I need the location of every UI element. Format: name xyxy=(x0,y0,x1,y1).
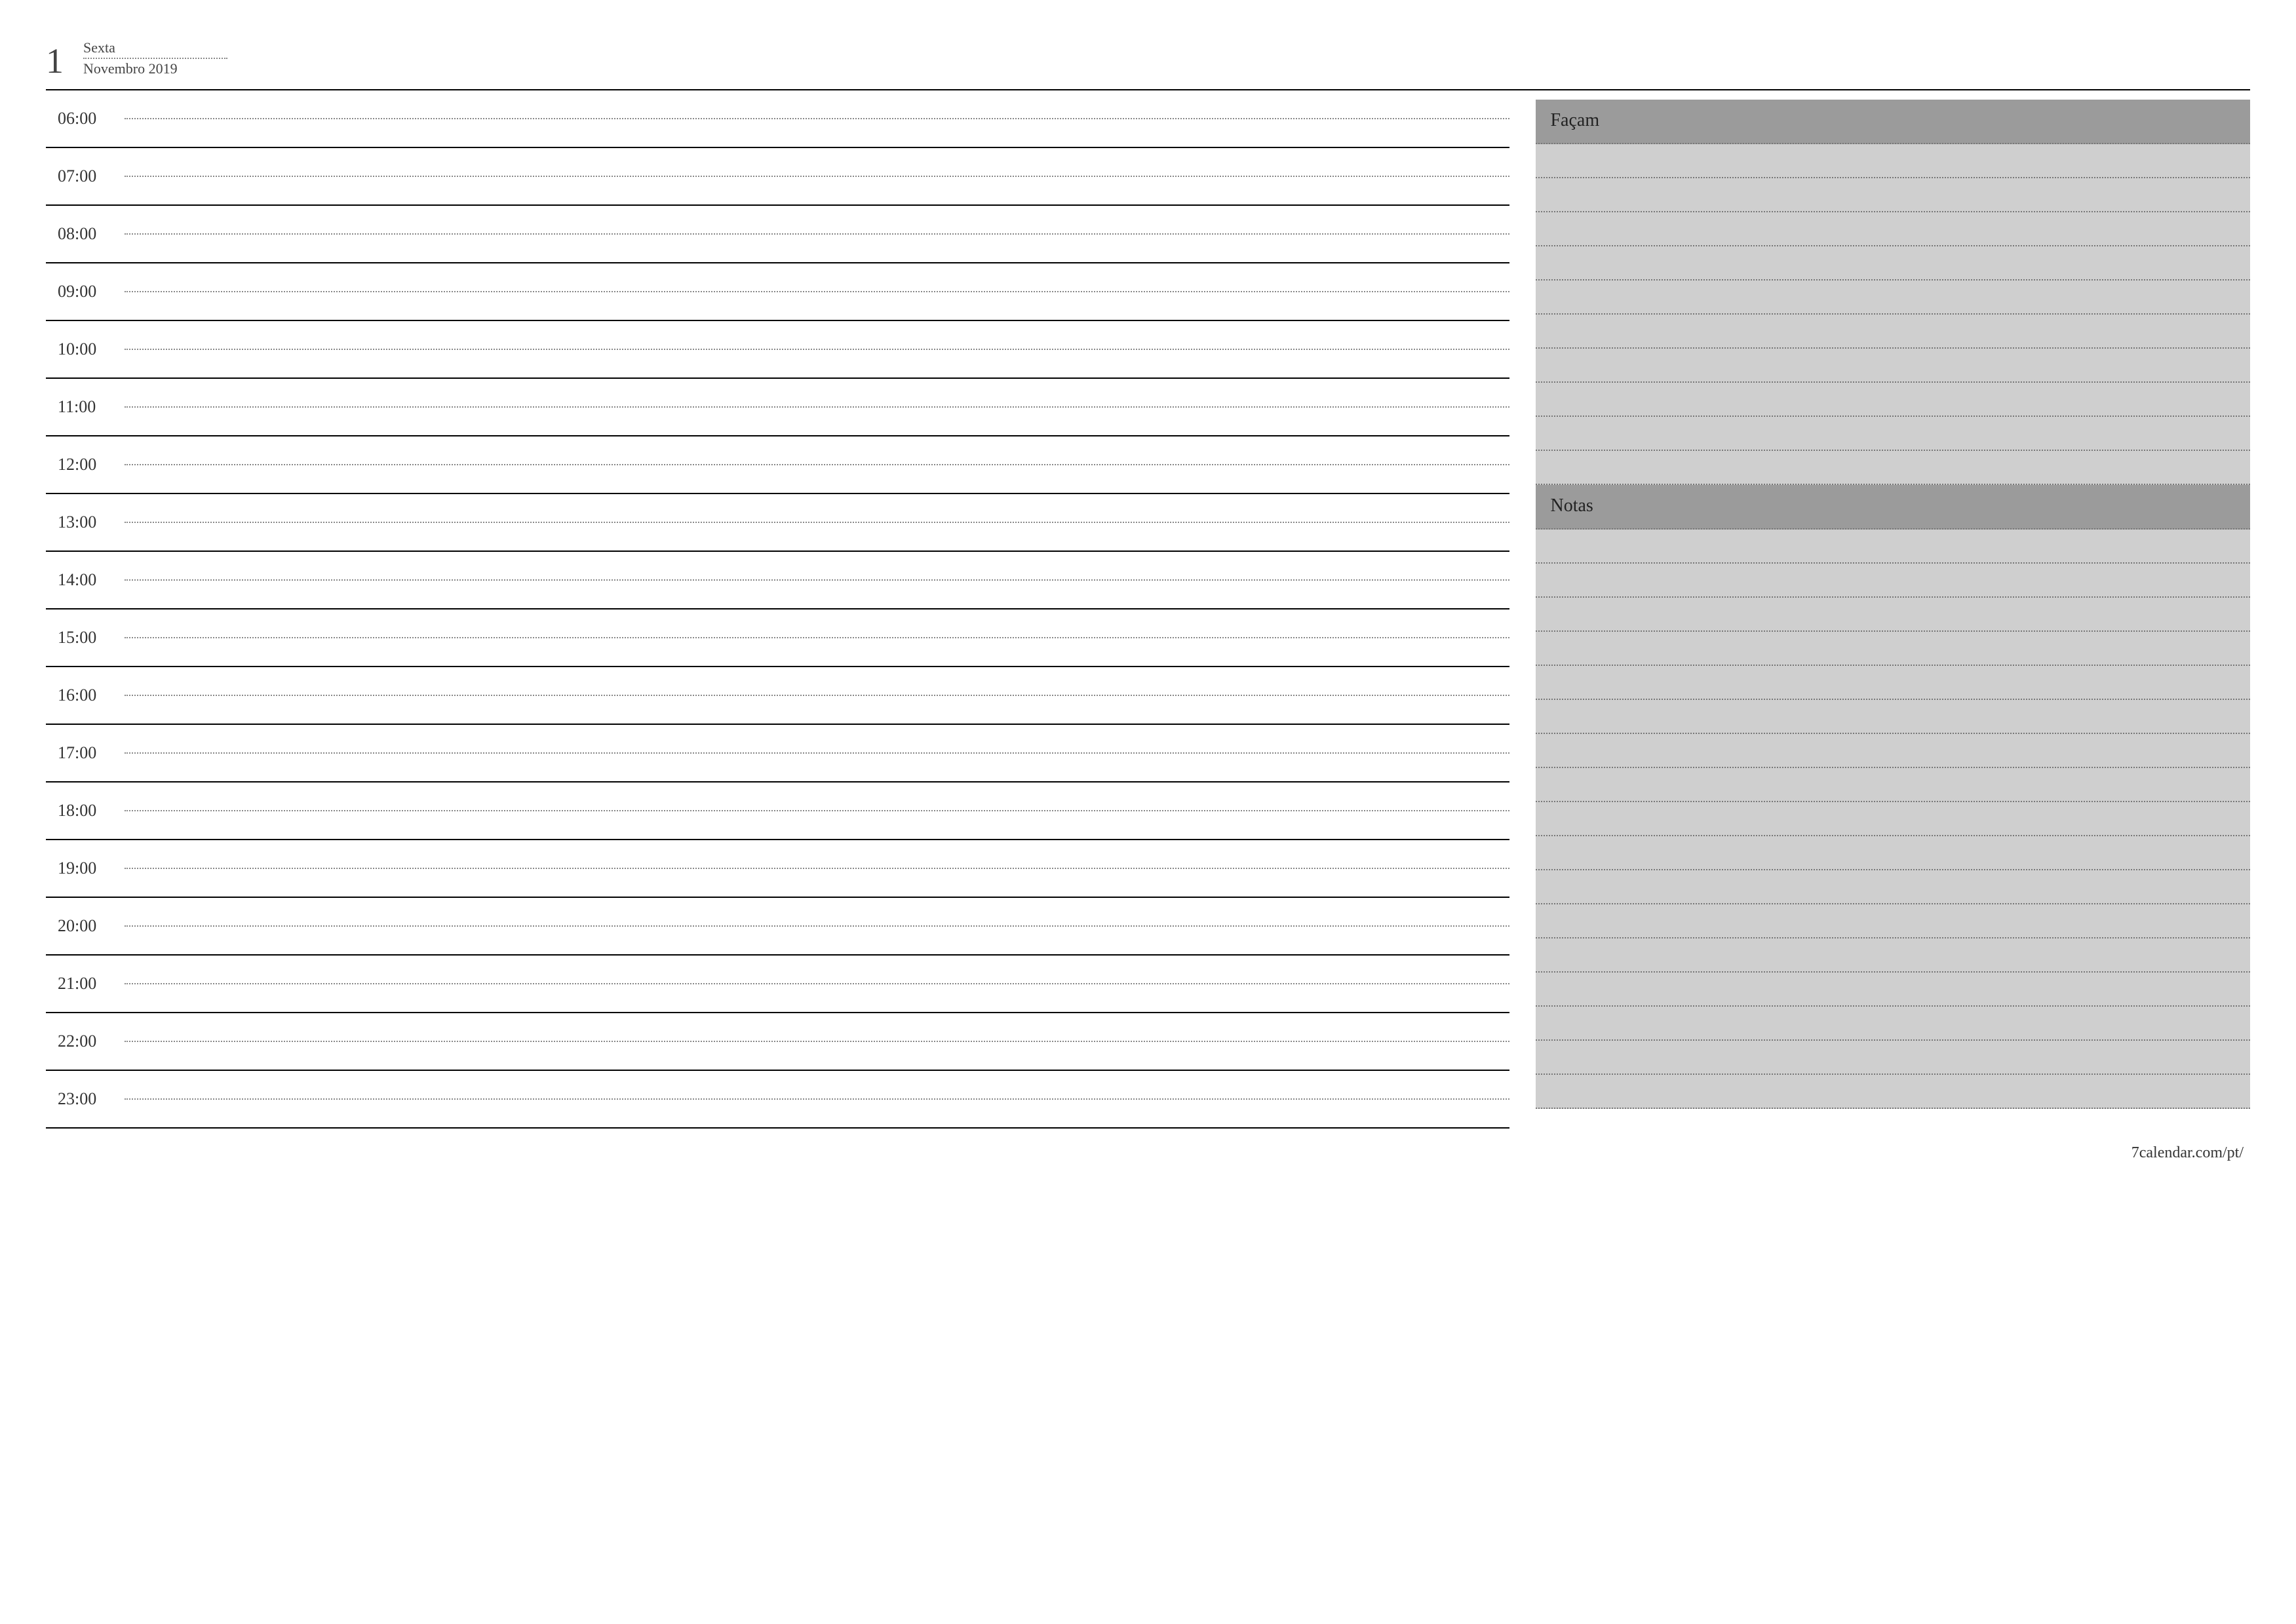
hour-writing-line xyxy=(125,868,1509,869)
hour-row: 20:00 xyxy=(46,898,1509,956)
hour-writing-line xyxy=(125,176,1509,177)
hour-label: 09:00 xyxy=(46,282,125,301)
hour-writing-line xyxy=(125,579,1509,581)
notes-line xyxy=(1536,938,2250,973)
todo-block: Façam xyxy=(1536,100,2250,485)
hour-row: 10:00 xyxy=(46,321,1509,379)
notes-line xyxy=(1536,1007,2250,1041)
hour-row: 21:00 xyxy=(46,956,1509,1013)
hour-row: 15:00 xyxy=(46,609,1509,667)
hour-row: 17:00 xyxy=(46,725,1509,783)
notes-line xyxy=(1536,598,2250,632)
hour-writing-line xyxy=(125,1041,1509,1042)
hour-label: 23:00 xyxy=(46,1089,125,1109)
notes-line xyxy=(1536,973,2250,1007)
hour-row: 16:00 xyxy=(46,667,1509,725)
hour-writing-line xyxy=(125,925,1509,927)
hour-label: 08:00 xyxy=(46,224,125,244)
hour-row: 18:00 xyxy=(46,783,1509,840)
notes-header: Notas xyxy=(1536,485,2250,530)
hour-row: 09:00 xyxy=(46,263,1509,321)
notes-line xyxy=(1536,564,2250,598)
hour-label: 20:00 xyxy=(46,916,125,936)
hour-row: 12:00 xyxy=(46,436,1509,494)
hour-row: 06:00 xyxy=(46,90,1509,148)
hour-schedule: 06:00 07:00 08:00 09:00 10:00 11:00 12:00 13:00… xyxy=(46,90,1509,1129)
notes-line xyxy=(1536,836,2250,870)
hour-label: 19:00 xyxy=(46,859,125,878)
notes-line xyxy=(1536,734,2250,768)
hour-writing-line xyxy=(125,291,1509,292)
hour-label: 07:00 xyxy=(46,166,125,186)
todo-line xyxy=(1536,417,2250,451)
todo-line xyxy=(1536,280,2250,315)
footer-url: 7calendar.com/pt/ xyxy=(46,1144,2250,1162)
todo-line xyxy=(1536,144,2250,178)
hour-writing-line xyxy=(125,1098,1509,1100)
todo-line xyxy=(1536,383,2250,417)
hour-row: 11:00 xyxy=(46,379,1509,436)
todo-line xyxy=(1536,178,2250,212)
notes-block: Notas xyxy=(1536,485,2250,1109)
notes-line xyxy=(1536,1041,2250,1075)
hour-writing-line xyxy=(125,349,1509,350)
todo-line xyxy=(1536,349,2250,383)
hour-label: 13:00 xyxy=(46,512,125,532)
notes-line xyxy=(1536,802,2250,836)
hour-label: 17:00 xyxy=(46,743,125,763)
hour-label: 22:00 xyxy=(46,1032,125,1051)
sidebar: Façam Notas xyxy=(1536,90,2250,1129)
day-meta: Sexta Novembro 2019 xyxy=(83,39,227,80)
todo-header: Façam xyxy=(1536,100,2250,144)
planner-page: 1 Sexta Novembro 2019 06:00 07:00 08:00 09:… xyxy=(46,39,2250,1162)
hour-writing-line xyxy=(125,522,1509,523)
todo-line xyxy=(1536,315,2250,349)
hour-label: 12:00 xyxy=(46,455,125,474)
hour-label: 18:00 xyxy=(46,801,125,821)
notes-line xyxy=(1536,632,2250,666)
hour-row: 23:00 xyxy=(46,1071,1509,1129)
planner-header: 1 Sexta Novembro 2019 xyxy=(46,39,2250,90)
todo-lines xyxy=(1536,144,2250,485)
month-year-label: Novembro 2019 xyxy=(83,60,227,77)
hour-label: 14:00 xyxy=(46,570,125,590)
hour-label: 21:00 xyxy=(46,974,125,994)
notes-line xyxy=(1536,1075,2250,1109)
hour-writing-line xyxy=(125,983,1509,984)
hour-writing-line xyxy=(125,752,1509,754)
todo-line xyxy=(1536,212,2250,246)
hour-label: 10:00 xyxy=(46,339,125,359)
hour-row: 13:00 xyxy=(46,494,1509,552)
hour-label: 06:00 xyxy=(46,109,125,128)
hour-writing-line xyxy=(125,810,1509,811)
hour-writing-line xyxy=(125,233,1509,235)
day-number: 1 xyxy=(46,43,64,80)
notes-line xyxy=(1536,904,2250,938)
notes-line xyxy=(1536,666,2250,700)
hour-row: 22:00 xyxy=(46,1013,1509,1071)
weekday-label: Sexta xyxy=(83,39,227,59)
hour-row: 14:00 xyxy=(46,552,1509,609)
notes-line xyxy=(1536,768,2250,802)
hour-row: 07:00 xyxy=(46,148,1509,206)
hour-label: 11:00 xyxy=(46,397,125,417)
notes-lines xyxy=(1536,530,2250,1109)
hour-row: 19:00 xyxy=(46,840,1509,898)
hour-row: 08:00 xyxy=(46,206,1509,263)
notes-line xyxy=(1536,530,2250,564)
hour-writing-line xyxy=(125,118,1509,119)
notes-line xyxy=(1536,870,2250,904)
hour-writing-line xyxy=(125,406,1509,408)
notes-line xyxy=(1536,700,2250,734)
hour-writing-line xyxy=(125,695,1509,696)
planner-content: 06:00 07:00 08:00 09:00 10:00 11:00 12:00 13:00… xyxy=(46,90,2250,1129)
hour-writing-line xyxy=(125,637,1509,638)
todo-line xyxy=(1536,451,2250,485)
hour-label: 16:00 xyxy=(46,686,125,705)
hour-writing-line xyxy=(125,464,1509,465)
todo-line xyxy=(1536,246,2250,280)
hour-label: 15:00 xyxy=(46,628,125,648)
